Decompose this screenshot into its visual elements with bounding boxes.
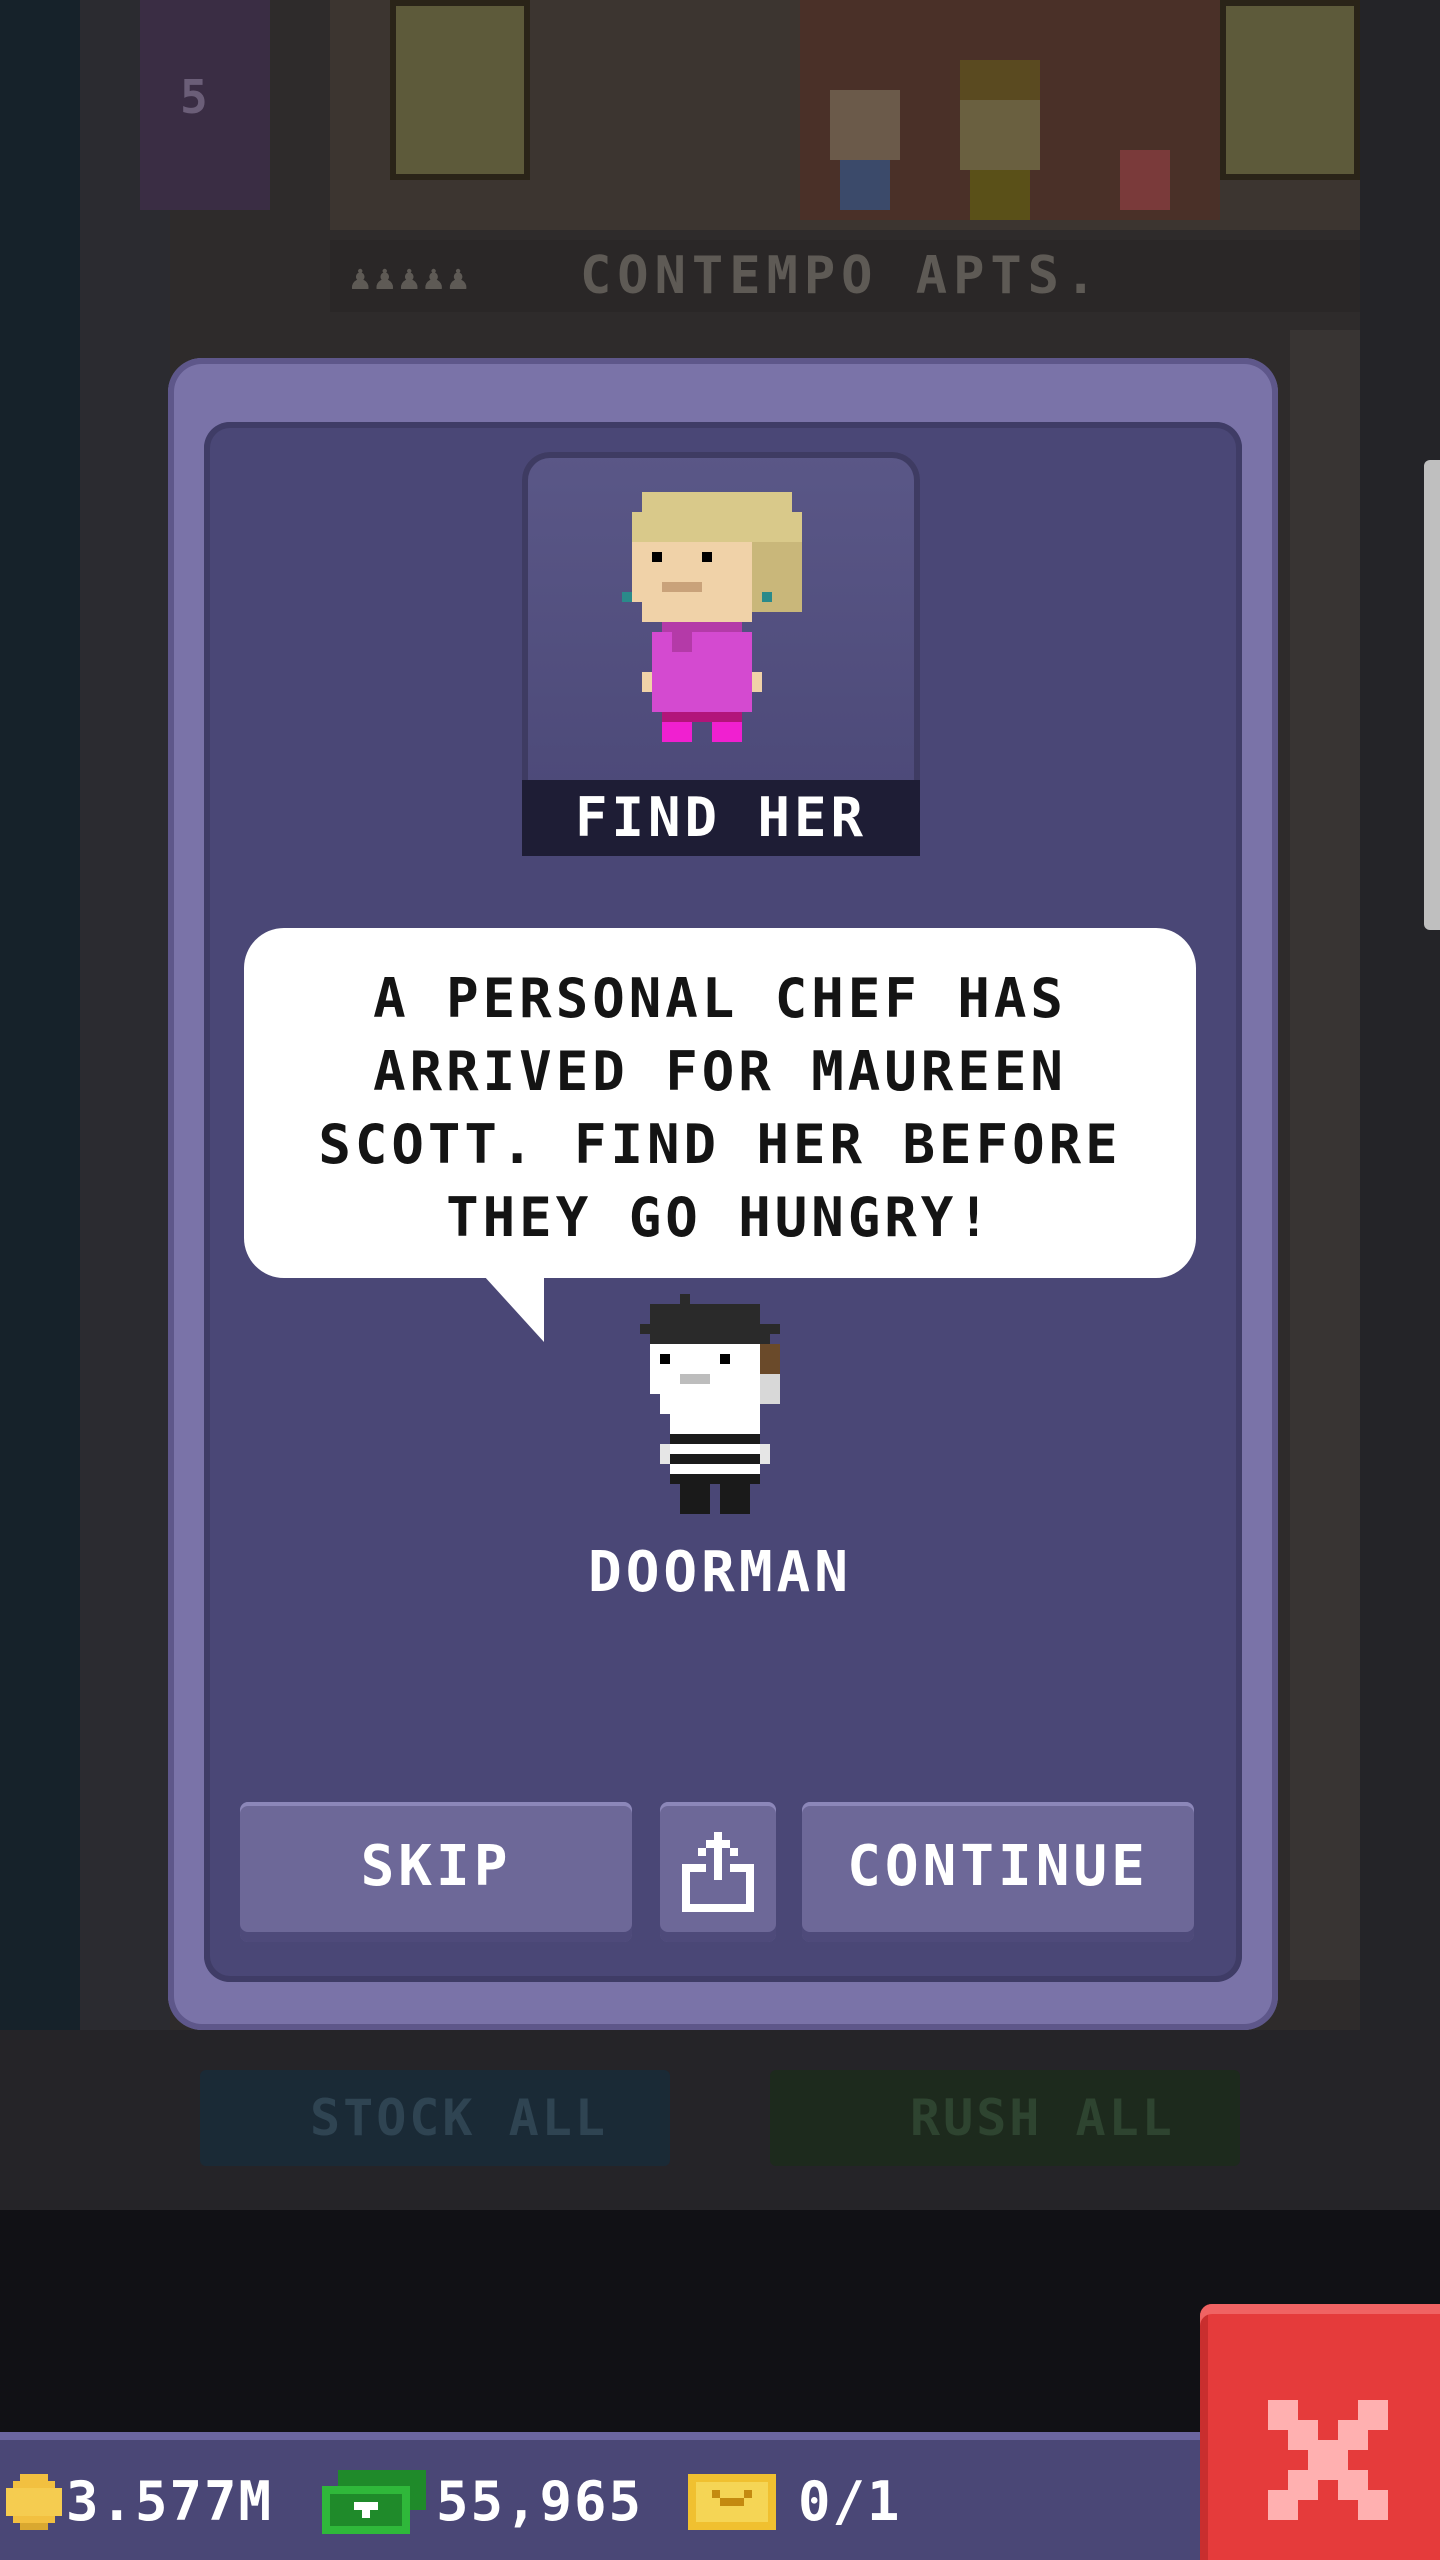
speech-bubble-tail [484, 1276, 544, 1342]
maureen-portrait-sprite [622, 492, 802, 742]
floor-name: CONTEMPO APTS. [330, 240, 1360, 312]
speech-bubble: A PERSONAL CHEF HAS ARRIVED FOR MAUREEN … [244, 928, 1196, 1278]
floor-occupancy-icons: ♟♟♟♟♟ [350, 258, 473, 298]
elevator-shaft [0, 0, 80, 2030]
portrait-label: FIND HER [522, 780, 920, 856]
tickets-amount: 0/1 [798, 2470, 902, 2533]
share-button[interactable] [660, 1802, 776, 1942]
rush-all-button[interactable]: RUSH ALL [770, 2070, 1240, 2166]
room-window [1220, 0, 1360, 180]
apartment-wall [1290, 330, 1360, 1980]
stock-all-button[interactable]: STOCK ALL [200, 2070, 670, 2166]
coins-amount: 3.577M [66, 2470, 274, 2533]
bux-icon [322, 2470, 426, 2534]
skip-button[interactable]: SKIP [240, 1802, 632, 1942]
bitizen-group-sprite [800, 0, 1220, 220]
golden-ticket-icon [688, 2474, 776, 2530]
close-button[interactable] [1200, 2304, 1440, 2560]
continue-button[interactable]: CONTINUE [802, 1802, 1194, 1942]
close-icon [1268, 2400, 1388, 2520]
building-edge [1360, 0, 1440, 2030]
dialog-message: A PERSONAL CHEF HAS ARRIVED FOR MAUREEN … [318, 967, 1122, 1249]
doorman-sprite [640, 1294, 780, 1514]
room-window [390, 0, 530, 180]
elevator-floor-number: 5 [180, 70, 208, 124]
scroll-indicator[interactable] [1424, 460, 1440, 930]
coin-icon [6, 2474, 62, 2530]
share-icon [682, 1832, 754, 1912]
bux-amount: 55,965 [436, 2470, 644, 2533]
speaker-name: DOORMAN [587, 1540, 852, 1605]
elevator-column [80, 0, 170, 2030]
